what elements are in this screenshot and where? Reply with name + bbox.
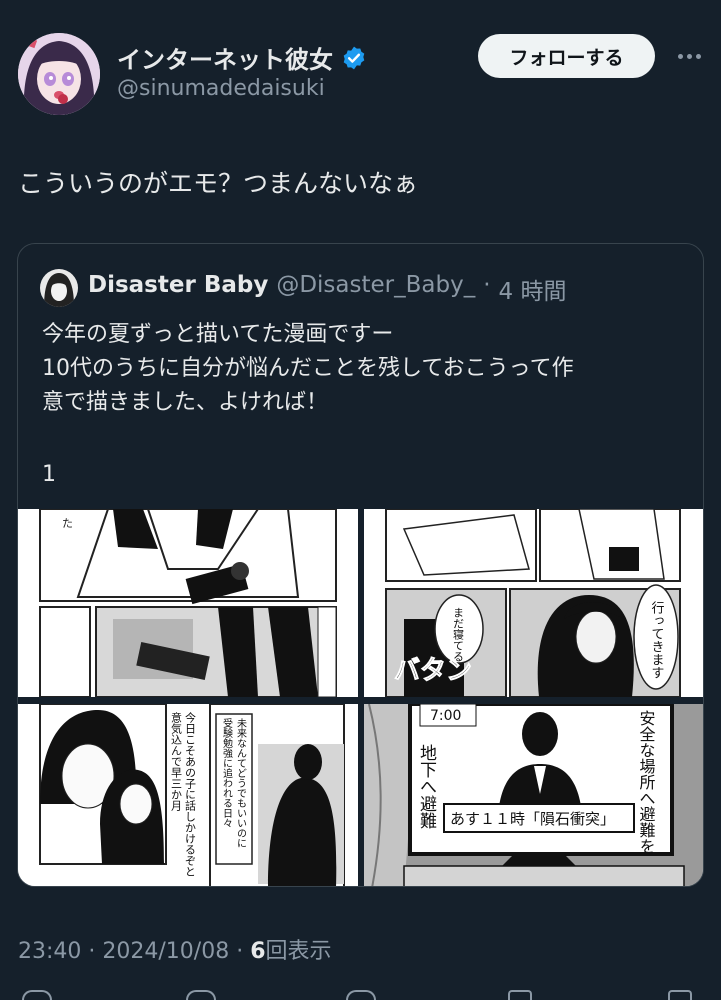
manga-caption-today: 今日こそあの子に話しかけるぞと bbox=[184, 711, 197, 877]
post-metadata: 23:40 · 2024/10/08 · 6回表示 bbox=[18, 933, 332, 965]
meta-separator: · bbox=[88, 939, 96, 964]
quoted-text-line: 10代のうちに自分が悩んだことを残しておこうって作 bbox=[42, 356, 574, 381]
quoted-header: Disaster Baby @Disaster_Baby_ · 4 時間 bbox=[88, 272, 566, 306]
quoted-text-line: 今年の夏ずっと描いてた漫画ですー bbox=[42, 322, 394, 347]
quoted-page-index: 1 bbox=[42, 462, 56, 487]
manga-image-1[interactable]: た bbox=[18, 509, 358, 697]
bookmark-icon[interactable] bbox=[508, 990, 532, 1000]
meta-separator: · bbox=[236, 939, 244, 964]
post-time[interactable]: 23:40 bbox=[18, 939, 81, 964]
manga-tv-left-text: 地下へ避難 bbox=[416, 744, 437, 829]
manga-image-grid: た まだ寝てるか… バタン 行ってきます 今日こそあの子に話しかけるぞと 意気込… bbox=[18, 509, 703, 886]
manga-tv-right-text: 安全な場所へ避難を bbox=[637, 710, 656, 854]
manga-sfx-slam: バタン bbox=[394, 656, 472, 686]
author-avatar[interactable] bbox=[18, 33, 100, 115]
manga-tv-time: 7:00 bbox=[430, 708, 461, 724]
action-bar bbox=[0, 990, 721, 1000]
quoted-tweet[interactable]: Disaster Baby @Disaster_Baby_ · 4 時間 今年の… bbox=[17, 243, 704, 887]
follow-button[interactable]: フォローする bbox=[478, 34, 655, 78]
display-name[interactable]: インターネット彼女 bbox=[117, 40, 333, 75]
manga-art-4: 7:00 地下へ避難 安全な場所へ避難を あす１１時「隕石衝突」 bbox=[364, 704, 703, 886]
share-icon[interactable] bbox=[668, 990, 692, 1000]
quoted-text: 今年の夏ずっと描いてた漫画ですー 10代のうちに自分が悩んだことを残しておこうっ… bbox=[42, 318, 682, 420]
manga-bubble-leaving: 行ってきます bbox=[649, 601, 665, 679]
quoted-text-line: 意で描きました、よければ！ bbox=[42, 390, 329, 415]
verified-badge-icon bbox=[341, 45, 367, 71]
manga-art-1: た bbox=[18, 509, 358, 697]
more-options-icon[interactable] bbox=[673, 44, 705, 68]
manga-image-2[interactable]: まだ寝てるか… バタン 行ってきます bbox=[364, 509, 703, 697]
author-handle[interactable]: @sinumadedaisuki bbox=[117, 76, 325, 101]
quoted-author-handle[interactable]: @Disaster_Baby_ bbox=[276, 272, 475, 306]
manga-art-2: まだ寝てるか… バタン 行ってきます bbox=[364, 509, 703, 697]
manga-caption-exams: 受験勉強に追われる日々 bbox=[221, 718, 233, 828]
reply-icon[interactable] bbox=[22, 990, 52, 1000]
manga-image-4[interactable]: 7:00 地下へ避難 安全な場所へ避難を あす１１時「隕石衝突」 bbox=[364, 704, 703, 886]
svg-text:た: た bbox=[62, 517, 73, 530]
repost-icon[interactable] bbox=[186, 990, 216, 1000]
manga-caption-future: 未来なんてどうでもいいのに bbox=[235, 718, 247, 848]
like-icon[interactable] bbox=[346, 990, 376, 1000]
manga-image-3[interactable]: 今日こそあの子に話しかけるぞと 意気込んで早三か月 未来なんてどうでもいいのに … bbox=[18, 704, 358, 886]
quoted-author-name[interactable]: Disaster Baby bbox=[88, 272, 268, 306]
view-count[interactable]: 6 bbox=[250, 939, 265, 964]
quoted-author-avatar[interactable] bbox=[40, 269, 78, 307]
avatar-illustration bbox=[18, 33, 100, 115]
display-name-row[interactable]: インターネット彼女 bbox=[117, 40, 367, 75]
view-count-label: 回表示 bbox=[265, 939, 332, 964]
quoted-separator: · bbox=[483, 272, 491, 298]
quoted-timestamp[interactable]: 4 時間 bbox=[499, 272, 567, 306]
post-date[interactable]: 2024/10/08 bbox=[102, 939, 229, 964]
tweet-text: こういうのがエモ？つまんないなぁ bbox=[18, 169, 419, 198]
manga-tv-banner: あす１１時「隕石衝突」 bbox=[450, 810, 615, 828]
manga-caption-months: 意気込んで早三か月 bbox=[170, 711, 183, 811]
manga-art-3: 今日こそあの子に話しかけるぞと 意気込んで早三か月 未来なんてどうでもいいのに … bbox=[18, 704, 358, 886]
